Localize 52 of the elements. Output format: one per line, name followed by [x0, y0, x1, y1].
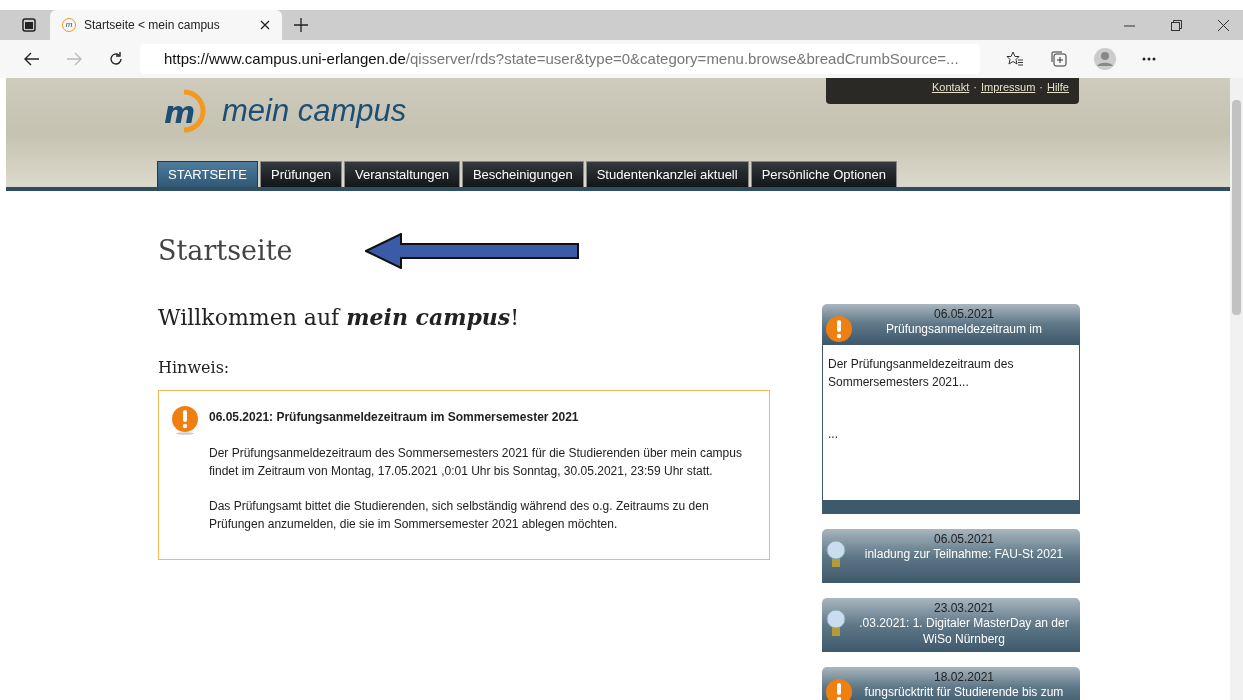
news-title[interactable]: Prüfungsanmeldezeitraum im	[851, 321, 1077, 337]
page-title: Startseite	[158, 234, 293, 268]
notice-paragraph: Das Prüfungsamt bittet die Studierenden, sich selbständig während des o.g. Zeitraums zu den Prüfungen anzumelden, die sie im Sommersemester 2021 ablegen möchten.	[209, 498, 710, 533]
news-card[interactable]: 18.02.2021 fungsrücktritt für Studierende bis zum	[822, 667, 1080, 700]
news-body: Der Prüfungsanmeldezeitraum des Sommersemesters 2021...	[828, 356, 1015, 391]
news-card[interactable]: 06.05.2021 inladung zur Teilnahme: FAU-St 2021	[822, 529, 1080, 583]
light-bulb-icon	[825, 540, 847, 570]
warning-icon	[171, 405, 199, 435]
nav-tab[interactable]: Veranstaltungen	[344, 161, 460, 187]
tab-title: Startseite < mein campus	[84, 17, 221, 34]
collections-icon[interactable]	[1050, 50, 1068, 68]
close-tab-icon[interactable]	[260, 20, 270, 30]
nav-tab[interactable]: Prüfungen	[260, 161, 342, 187]
warning-icon	[825, 678, 853, 700]
favorites-icon[interactable]	[1006, 51, 1024, 67]
nav-tab[interactable]: STARTSEITE	[157, 161, 258, 187]
more-icon[interactable]	[1142, 57, 1156, 61]
news-date: 06.05.2021	[932, 532, 996, 546]
header-link[interactable]: Impressum	[980, 79, 1036, 96]
more-text: ...	[828, 426, 839, 443]
news-title[interactable]: inladung zur Teilnahme: FAU-St 2021	[851, 546, 1077, 562]
news-title[interactable]: .03.2021: 1. Digitaler MasterDay an der WiSo Nürnberg	[851, 615, 1077, 647]
news-title[interactable]: fungsrücktritt für Studierende bis zum	[851, 684, 1077, 700]
restore-icon[interactable]	[1171, 19, 1182, 31]
nav-tab[interactable]: Persönliche Optionen	[750, 161, 897, 187]
nav-tab[interactable]: Studentenkanzlei aktuell	[585, 161, 749, 187]
news-date: 23.03.2021	[932, 601, 996, 615]
notice-label: Hinweis:	[158, 357, 231, 379]
scrollbar[interactable]	[1230, 78, 1243, 700]
back-icon[interactable]	[24, 52, 40, 66]
url-text: https://www.campus.uni-erlangen.de/qisserver/rds?state=user&type=0&category=menu.browse&breadCrumbSource=...	[164, 48, 959, 69]
link-separator: ·	[1039, 80, 1043, 95]
logo-text: mein campus	[222, 92, 407, 130]
reload-icon[interactable]	[108, 51, 124, 67]
nav-tab[interactable]: Bescheinigungen	[461, 161, 584, 187]
news-date: 18.02.2021	[932, 670, 996, 684]
header-link[interactable]: Kontakt	[931, 79, 970, 96]
profile-icon[interactable]	[1094, 48, 1116, 70]
link-separator: ·	[973, 80, 977, 95]
address-bar[interactable]: https://www.campus.uni-erlangen.de/qisserver/rds?state=user&type=0&category=menu.browse&breadCrumbSource=...	[140, 44, 980, 74]
light-bulb-icon	[825, 609, 847, 639]
welcome-heading: Willkommen auf mein campus!	[158, 303, 521, 332]
browser-tab[interactable]: m Startseite < mein campus	[50, 10, 282, 40]
new-tab-icon[interactable]	[294, 18, 308, 32]
close-icon[interactable]	[1218, 19, 1229, 31]
tab-actions-icon[interactable]	[22, 18, 36, 32]
notice-paragraph: Der Prüfungsanmeldezeitraum des Sommersemesters 2021 für die Studierenden über mein campus findet im Zeitraum von Montag, 17.05.2021 ,0:01 Uhr bis Sonntag, 30.05.2021, 23:59 Uhr statt.	[209, 445, 743, 480]
news-card[interactable]: 23.03.2021 .03.2021: 1. Digitaler MasterDay an der WiSo Nürnberg	[822, 598, 1080, 652]
warning-icon	[825, 315, 853, 343]
notice-title: 06.05.2021: Prüfungsanmeldezeitraum im Sommersemester 2021	[209, 409, 580, 426]
header-link[interactable]: Hilfe	[1047, 79, 1069, 96]
news-date: 06.05.2021	[932, 307, 996, 321]
